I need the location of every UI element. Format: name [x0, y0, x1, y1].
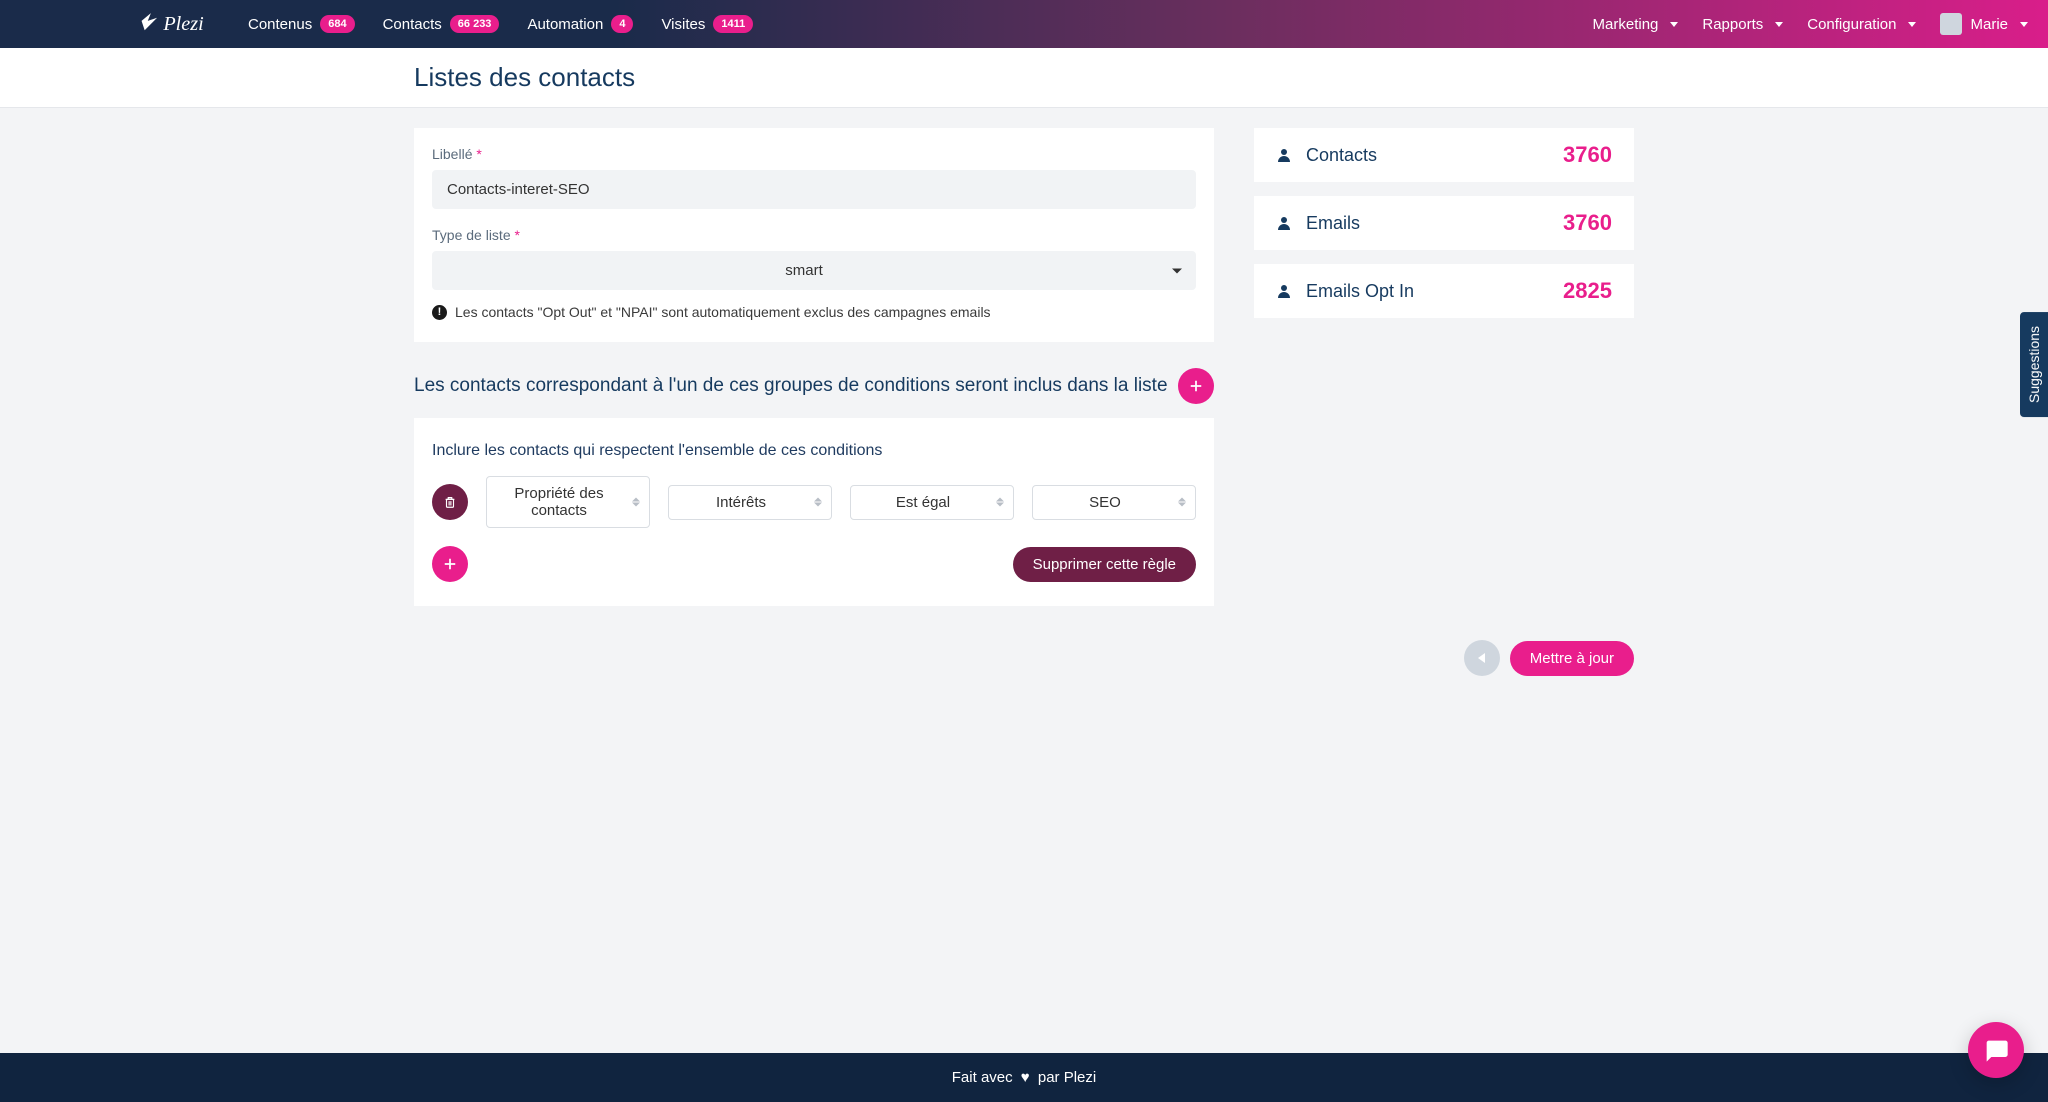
nav-automation[interactable]: Automation 4 — [527, 15, 633, 33]
nav-user-label: Marie — [1970, 16, 2008, 33]
required-mark: * — [515, 227, 520, 243]
nav-left: Contenus 684 Contacts 66 233 Automation … — [248, 15, 753, 33]
condition-operator-select[interactable]: Est égal — [850, 485, 1014, 520]
update-button[interactable]: Mettre à jour — [1510, 641, 1634, 676]
delete-condition-button[interactable] — [432, 484, 468, 520]
label-libelle: Libellé * — [432, 146, 1196, 162]
nav-reports[interactable]: Rapports — [1702, 16, 1783, 33]
stat-emails-label: Emails — [1306, 213, 1360, 234]
nav-marketing[interactable]: Marketing — [1593, 16, 1679, 33]
user-icon — [1276, 215, 1292, 231]
nav-right: Marketing Rapports Configuration Marie — [1593, 13, 2028, 35]
svg-text:Plezi: Plezi — [162, 13, 203, 35]
conditions-subtitle: Inclure les contacts qui respectent l'en… — [432, 442, 1196, 460]
avatar — [1940, 13, 1962, 35]
nav-automation-label: Automation — [527, 16, 603, 33]
nav-user[interactable]: Marie — [1940, 13, 2028, 35]
stat-optin-label: Emails Opt In — [1306, 281, 1414, 302]
select-type-wrap: smart — [432, 251, 1196, 290]
chat-icon — [1982, 1036, 2010, 1064]
nav-visites[interactable]: Visites 1411 — [661, 15, 753, 33]
arrow-left-icon — [1478, 653, 1485, 663]
main: Libellé * Type de liste * smart ! Le — [394, 108, 1654, 626]
stat-emails: Emails 3760 — [1254, 196, 1634, 250]
info-line: ! Les contacts "Opt Out" et "NPAI" sont … — [432, 304, 1196, 320]
input-libelle[interactable] — [432, 170, 1196, 209]
list-form-panel: Libellé * Type de liste * smart ! Le — [414, 128, 1214, 342]
info-text: Les contacts "Opt Out" et "NPAI" sont au… — [455, 304, 991, 320]
condition-attribute-select[interactable]: Intérêts — [668, 485, 832, 520]
nav-config-label: Configuration — [1807, 16, 1896, 33]
stat-contacts: Contacts 3760 — [1254, 128, 1634, 182]
left-column: Libellé * Type de liste * smart ! Le — [414, 128, 1214, 606]
suggestions-tab[interactable]: Suggestions — [2020, 312, 2048, 417]
nav-visites-label: Visites — [661, 16, 705, 33]
add-condition-button[interactable] — [432, 546, 468, 582]
nav-contenus-label: Contenus — [248, 16, 312, 33]
footer-pre: Fait avec — [952, 1069, 1013, 1086]
conditions-section-title: Les contacts correspondant à l'un de ces… — [414, 375, 1168, 397]
delete-rule-button[interactable]: Supprimer cette règle — [1013, 547, 1196, 582]
caret-down-icon — [2020, 22, 2028, 27]
nav-reports-label: Rapports — [1702, 16, 1763, 33]
chat-fab[interactable] — [1968, 1022, 2024, 1078]
heart-icon: ♥ — [1021, 1069, 1030, 1086]
stat-contacts-value: 3760 — [1563, 142, 1612, 168]
nav-contenus-badge: 684 — [320, 15, 354, 33]
caret-down-icon — [1908, 22, 1916, 27]
back-button[interactable] — [1464, 640, 1500, 676]
stats-column: Contacts 3760 Emails 3760 Emails Opt In … — [1254, 128, 1634, 318]
add-group-button[interactable] — [1178, 368, 1214, 404]
caret-down-icon — [1670, 22, 1678, 27]
plus-icon — [443, 557, 457, 571]
page-title: Listes des contacts — [414, 62, 1634, 93]
select-type[interactable]: smart — [432, 251, 1196, 290]
logo[interactable]: Plezi — [140, 10, 249, 38]
user-icon — [1276, 147, 1292, 163]
condition-field-select[interactable]: Propriété des contacts — [486, 476, 650, 528]
user-icon — [1276, 283, 1292, 299]
stat-contacts-label: Contacts — [1306, 145, 1377, 166]
nav-contenus[interactable]: Contenus 684 — [248, 15, 355, 33]
nav-marketing-label: Marketing — [1593, 16, 1659, 33]
navbar: Plezi Contenus 684 Contacts 66 233 Autom… — [0, 0, 2048, 48]
info-icon: ! — [432, 305, 447, 320]
nav-automation-badge: 4 — [611, 15, 633, 33]
stat-optin: Emails Opt In 2825 — [1254, 264, 1634, 318]
condition-row: Propriété des contacts Intérêts Est égal — [432, 476, 1196, 528]
caret-down-icon — [1775, 22, 1783, 27]
stat-optin-value: 2825 — [1563, 278, 1612, 304]
footer-post: par Plezi — [1038, 1069, 1096, 1086]
conditions-section-header: Les contacts correspondant à l'un de ces… — [414, 368, 1214, 404]
nav-contacts-label: Contacts — [383, 16, 442, 33]
conditions-panel: Inclure les contacts qui respectent l'en… — [414, 418, 1214, 606]
action-row: Mettre à jour — [394, 640, 1654, 676]
nav-contacts[interactable]: Contacts 66 233 — [383, 15, 500, 33]
stat-emails-value: 3760 — [1563, 210, 1612, 236]
label-type: Type de liste * — [432, 227, 1196, 243]
plezi-logo-icon: Plezi — [140, 10, 249, 38]
plus-icon — [1189, 379, 1203, 393]
page-header: Listes des contacts — [0, 48, 2048, 108]
footer: Fait avec ♥ par Plezi — [0, 1053, 2048, 1102]
nav-visites-badge: 1411 — [713, 15, 753, 33]
trash-icon — [443, 495, 457, 509]
nav-config[interactable]: Configuration — [1807, 16, 1916, 33]
condition-value-select[interactable]: SEO — [1032, 485, 1196, 520]
nav-contacts-badge: 66 233 — [450, 15, 500, 33]
required-mark: * — [476, 146, 481, 162]
